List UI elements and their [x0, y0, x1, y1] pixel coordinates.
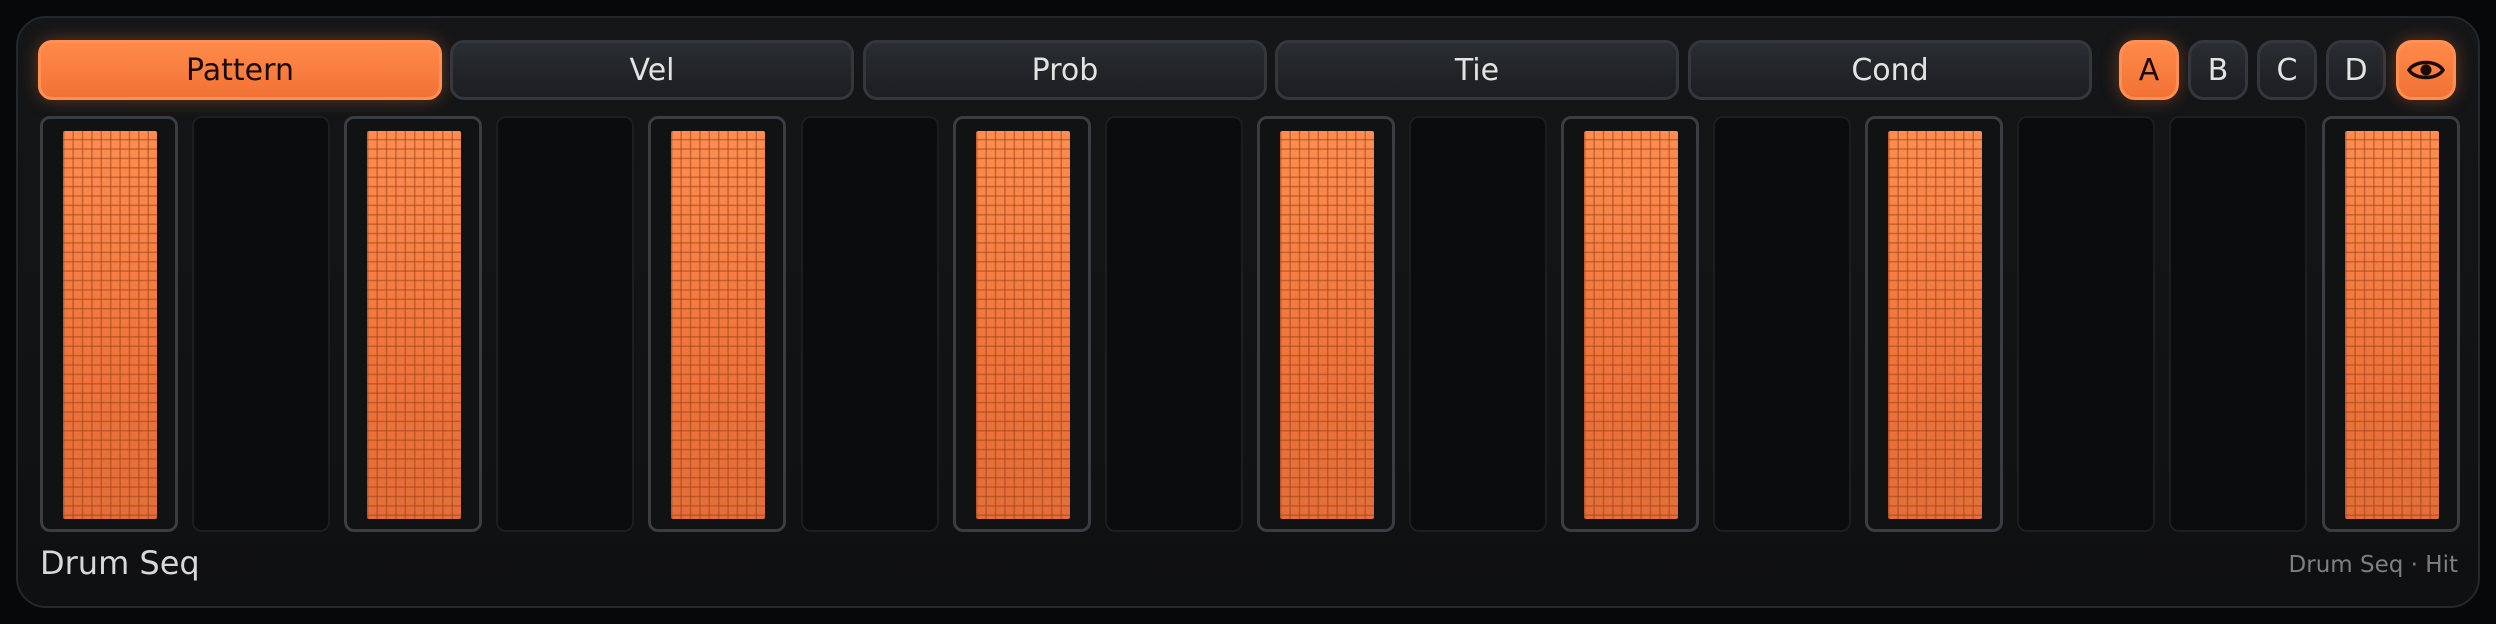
step-fill	[1888, 131, 1983, 519]
step-pad-6[interactable]	[800, 116, 939, 532]
step-pad-1[interactable]	[40, 116, 178, 532]
step-fill	[2344, 131, 2439, 519]
tab-cond[interactable]: Cond	[1688, 40, 2092, 100]
step-pad-9[interactable]	[1256, 116, 1395, 532]
bank-d-button[interactable]: D	[2326, 40, 2386, 100]
tab-prob[interactable]: Prob	[863, 40, 1267, 100]
step-pad-13[interactable]	[1865, 116, 2004, 532]
step-pad-15[interactable]	[2169, 116, 2308, 532]
status-text: Drum Seq · Hit	[2288, 552, 2458, 578]
step-pad-11[interactable]	[1561, 116, 1699, 532]
step-fill	[671, 131, 766, 519]
module-title: Drum Seq	[40, 544, 200, 582]
tab-tie[interactable]: Tie	[1275, 40, 1679, 100]
view-toggle-button[interactable]	[2396, 40, 2456, 100]
step-pad-3[interactable]	[344, 116, 483, 532]
step-fill	[367, 131, 462, 519]
step-pad-7[interactable]	[952, 116, 1091, 532]
step-pad-8[interactable]	[1104, 116, 1243, 532]
step-pad-12[interactable]	[1713, 116, 1852, 532]
step-pad-4[interactable]	[496, 116, 635, 532]
step-pad-14[interactable]	[2017, 116, 2156, 532]
tab-vel[interactable]: Vel	[450, 40, 854, 100]
bank-c-button[interactable]: C	[2257, 40, 2317, 100]
step-pad-16[interactable]	[2321, 116, 2460, 532]
step-fill	[975, 131, 1070, 519]
tab-pattern[interactable]: Pattern	[38, 40, 442, 100]
eye-icon	[2407, 60, 2445, 80]
sequencer-panel: Pattern Vel Prob Tie Cond A B C D Drum S…	[16, 16, 2480, 608]
step-fill	[1279, 131, 1374, 519]
bank-a-button[interactable]: A	[2119, 40, 2179, 100]
step-pad-10[interactable]	[1408, 116, 1547, 532]
step-pad-5[interactable]	[648, 116, 787, 532]
step-pad-2[interactable]	[192, 116, 331, 532]
bank-b-button[interactable]: B	[2188, 40, 2248, 100]
step-fill	[63, 131, 157, 519]
step-fill	[1584, 131, 1678, 519]
